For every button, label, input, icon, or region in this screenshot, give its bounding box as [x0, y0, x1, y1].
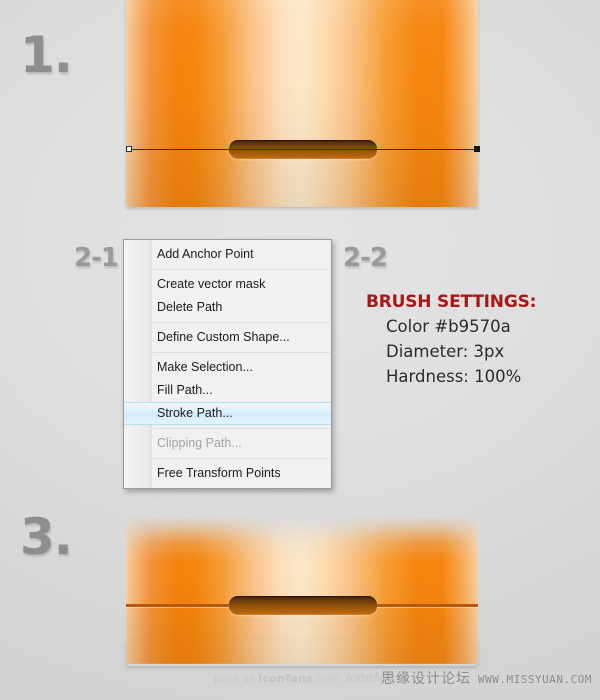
watermark-brand: iconfans: [258, 672, 313, 685]
path-anchor-point-left[interactable]: [126, 146, 132, 152]
brush-settings-title: BRUSH SETTINGS:: [366, 292, 537, 312]
menu-item-fill-path[interactable]: Fill Path...: [124, 379, 331, 402]
step-3-dark-slot: [229, 596, 377, 615]
watermark-suffix: .com: [312, 672, 342, 685]
path-context-menu[interactable]: Add Anchor Point Create vector mask Delete…: [123, 239, 332, 489]
step-3-orange-panel: [126, 516, 478, 664]
watermark-missyuan: 思缘设计论坛 WWW.MISSYUAN.COM: [381, 668, 592, 688]
menu-separator: [153, 458, 330, 459]
menu-item-stroke-path[interactable]: Stroke Path...: [124, 402, 331, 425]
brush-hardness-line: Hardness: 100%: [386, 367, 522, 386]
menu-separator: [153, 269, 330, 270]
menu-item-delete-path[interactable]: Delete Path: [124, 296, 331, 319]
menu-item-make-selection[interactable]: Make Selection...: [124, 356, 331, 379]
menu-item-clipping-path: Clipping Path...: [157, 436, 242, 450]
panel-vertical-shading: [126, 0, 478, 207]
menu-item-create-vector-mask[interactable]: Create vector mask: [124, 273, 331, 296]
watermark-forum-url: WWW.MISSYUAN.COM: [478, 673, 592, 686]
brush-color-line: Color #b9570a: [386, 317, 511, 336]
step-1-number: 1.: [20, 26, 73, 84]
path-anchor-point-right[interactable]: [474, 146, 480, 152]
menu-separator: [153, 352, 330, 353]
watermark-iconfans: post at iconfans.com iconfans: [214, 671, 403, 686]
menu-item-free-transform-points[interactable]: Free Transform Points: [124, 462, 331, 485]
brush-diameter-line: Diameter: 3px: [386, 342, 505, 361]
watermark-prefix: post at: [214, 672, 259, 685]
menu-separator: [153, 322, 330, 323]
brush-settings-block: BRUSH SETTINGS: Color #b9570a Diameter: …: [366, 292, 536, 389]
panel-vertical-shading: [126, 516, 478, 664]
menu-item-define-custom-shape[interactable]: Define Custom Shape...: [124, 326, 331, 349]
step-3-number: 3.: [20, 508, 73, 566]
step-2-1-number: 2-1: [74, 243, 119, 273]
vector-path-line[interactable]: [129, 149, 479, 150]
step-2-2-number: 2-2: [343, 243, 388, 273]
menu-item-list: Add Anchor Point Create vector mask Delete…: [124, 240, 331, 488]
menu-item-add-anchor-point[interactable]: Add Anchor Point: [124, 243, 331, 266]
watermark-forum-name: 思缘设计论坛: [381, 671, 472, 687]
step-1-orange-panel: [126, 0, 478, 207]
menu-separator: [153, 428, 330, 429]
tutorial-canvas: 1. 2-1 Add Anchor Point Create vector mas…: [0, 0, 600, 700]
